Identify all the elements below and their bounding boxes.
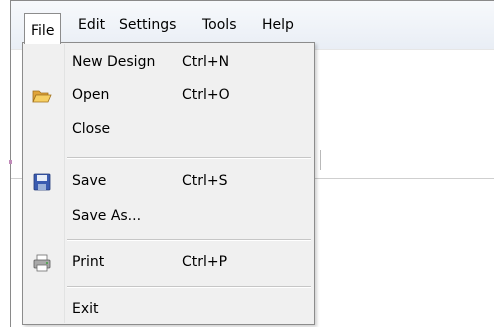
menu-item-label: New Design xyxy=(72,54,156,70)
folder-open-icon xyxy=(32,86,52,106)
menu-item-label: Exit xyxy=(72,301,99,317)
menu-item-shortcut: Ctrl+O xyxy=(182,87,230,103)
menu-item-exit[interactable]: Exit xyxy=(24,295,313,325)
menu-item-label: Print xyxy=(72,254,105,270)
floppy-disk-icon xyxy=(32,172,52,192)
menu-item-new-design[interactable]: New Design Ctrl+N xyxy=(24,48,313,78)
menu-settings[interactable]: Settings xyxy=(113,14,182,36)
menu-item-shortcut: Ctrl+N xyxy=(182,54,230,70)
menu-tools[interactable]: Tools xyxy=(196,14,243,36)
menu-file[interactable]: File xyxy=(24,13,62,44)
menu-separator xyxy=(67,286,311,288)
menu-item-shortcut: Ctrl+P xyxy=(182,254,228,270)
menu-item-print[interactable]: Print Ctrl+P xyxy=(24,248,313,278)
menu-item-save[interactable]: Save Ctrl+S xyxy=(24,167,313,197)
menu-item-open[interactable]: Open Ctrl+O xyxy=(24,81,313,111)
menu-item-label: Save xyxy=(72,173,107,189)
menu-help[interactable]: Help xyxy=(256,14,300,36)
toolbar-fragment xyxy=(9,160,12,164)
menu-item-label: Close xyxy=(72,121,111,137)
menu-item-close[interactable]: Close xyxy=(24,115,313,145)
menu-item-label: Open xyxy=(72,87,110,103)
toolbar-separator xyxy=(320,150,321,170)
menu-separator xyxy=(67,157,311,159)
menu-item-shortcut: Ctrl+S xyxy=(182,173,228,189)
menu-item-label: Save As... xyxy=(72,208,142,224)
menu-edit[interactable]: Edit xyxy=(72,14,111,36)
menu-item-save-as[interactable]: Save As... xyxy=(24,202,313,232)
menu-separator xyxy=(67,239,311,241)
file-menu-dropdown: New Design Ctrl+N Open Ctrl+O Close Save… xyxy=(22,42,315,325)
printer-icon xyxy=(32,253,52,273)
